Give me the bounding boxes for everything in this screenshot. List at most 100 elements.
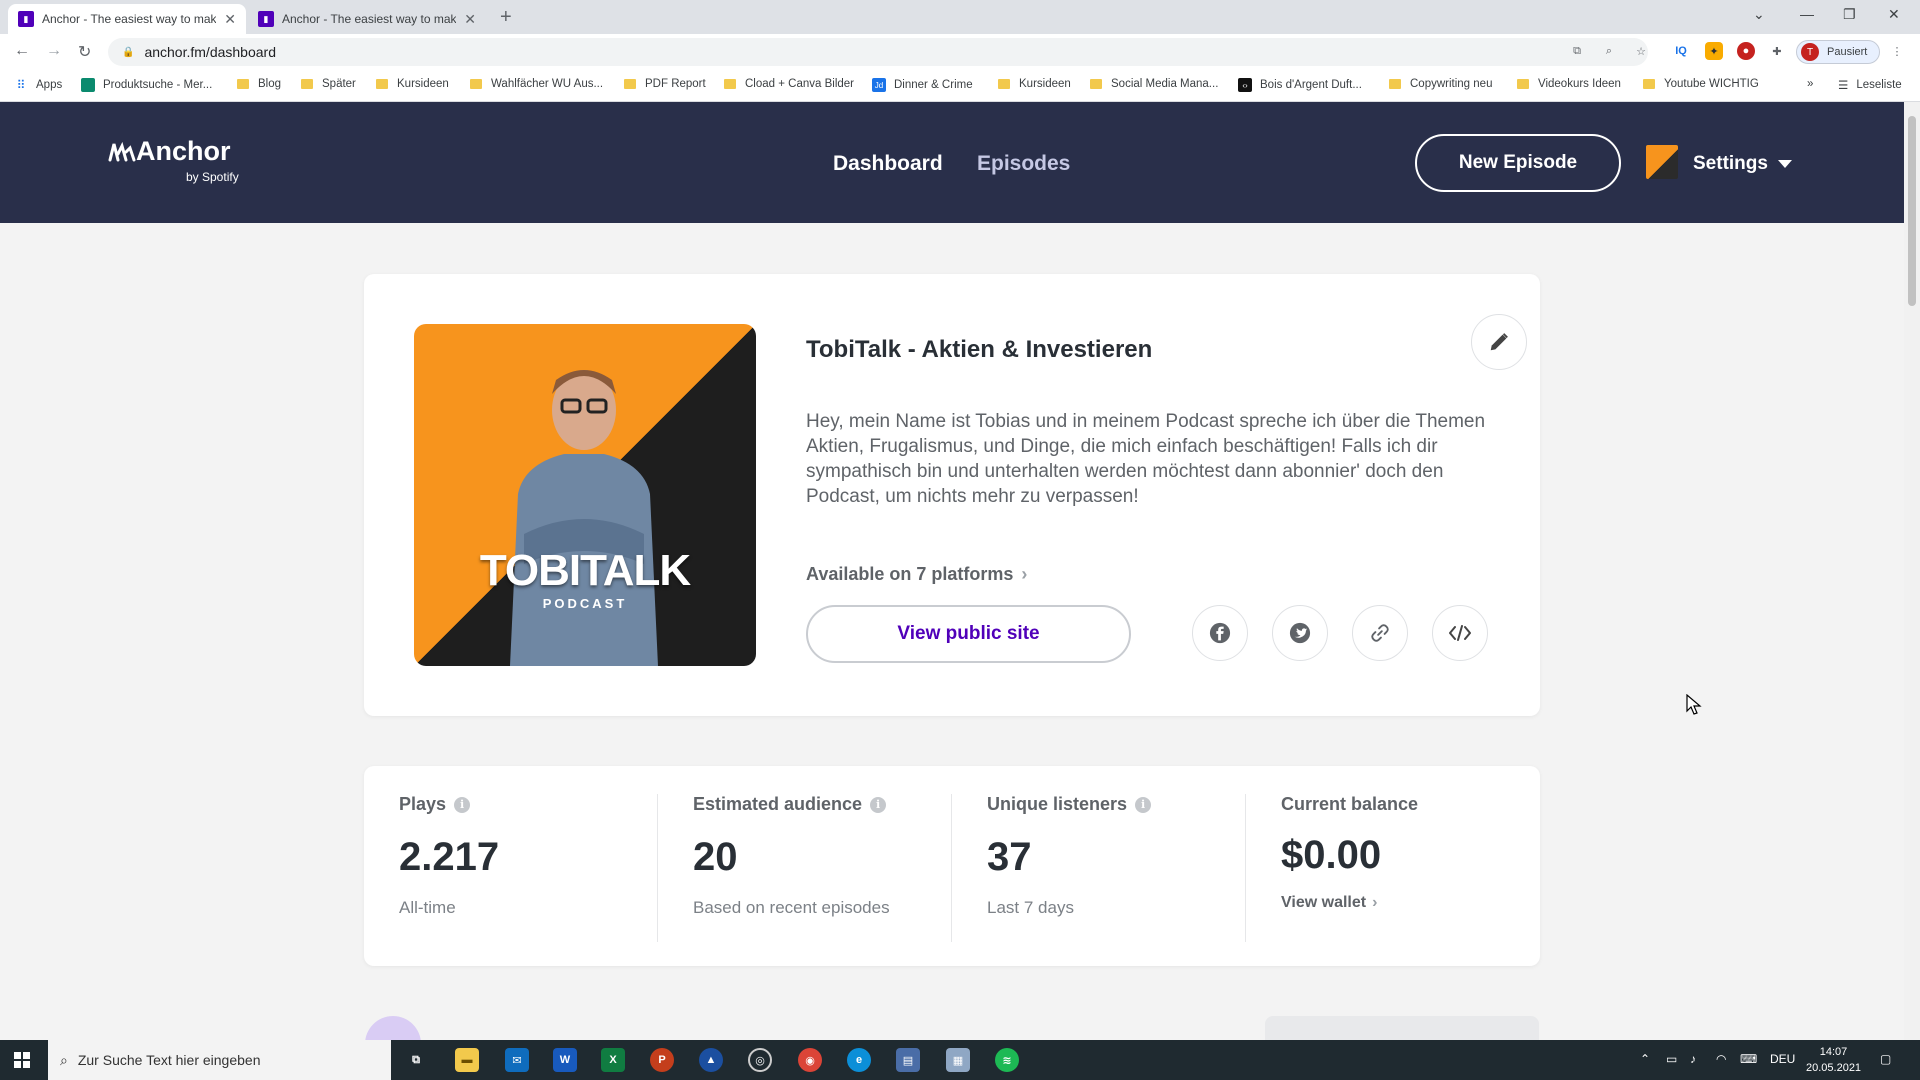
spotify-icon[interactable]: ≋ xyxy=(995,1048,1019,1072)
forward-icon[interactable]: → xyxy=(46,42,62,60)
info-icon[interactable]: i xyxy=(870,796,887,813)
info-icon[interactable]: i xyxy=(1135,796,1152,813)
close-tab-icon[interactable]: ✕ xyxy=(464,11,476,28)
mail-icon[interactable]: ✉ xyxy=(505,1048,529,1072)
extension-iq-icon[interactable]: IQ xyxy=(1672,42,1690,60)
user-avatar[interactable] xyxy=(1646,145,1678,179)
bookmark-item[interactable]: Cload + Canva Bilder xyxy=(724,78,854,90)
edge-icon[interactable]: e xyxy=(847,1048,871,1072)
bookmark-item[interactable]: Kursideen xyxy=(376,78,449,90)
reading-list-button[interactable]: ☰ Leseliste xyxy=(1838,78,1902,92)
volume-icon[interactable]: ♪ xyxy=(1690,1052,1696,1066)
share-facebook-button[interactable] xyxy=(1192,605,1248,661)
embed-code-button[interactable] xyxy=(1432,605,1488,661)
new-tab-icon[interactable]: + xyxy=(500,6,512,29)
notifications-icon[interactable]: ▢ xyxy=(1880,1052,1891,1066)
nav-dashboard[interactable]: Dashboard xyxy=(833,152,943,176)
translate-icon[interactable]: ⧉ xyxy=(1568,42,1586,60)
restore-icon[interactable]: ❐ xyxy=(1843,6,1856,23)
bookmark-label: Social Media Mana... xyxy=(1111,78,1219,90)
chrome-icon[interactable]: ◉ xyxy=(798,1048,822,1072)
close-tab-icon[interactable]: ✕ xyxy=(224,11,236,28)
powerpoint-icon[interactable]: P xyxy=(650,1048,674,1072)
bookmark-apps[interactable]: ⠿ Apps xyxy=(14,78,63,92)
anchor-logo[interactable]: Anchor by Spotify xyxy=(108,136,239,184)
date-range-selector[interactable] xyxy=(1265,1016,1539,1040)
page-scrollbar[interactable] xyxy=(1904,102,1920,1040)
bookmark-item[interactable]: Youtube WICHTIG xyxy=(1643,78,1759,90)
bookmark-item[interactable]: Videokurs Ideen xyxy=(1517,78,1621,90)
word-icon[interactable]: W xyxy=(553,1048,577,1072)
bookmark-item[interactable]: Blog xyxy=(237,78,281,90)
tray-icon[interactable]: ▭ xyxy=(1666,1052,1677,1066)
tab-title: Anchor - The easiest way to mak xyxy=(42,12,217,26)
profile-button[interactable]: T Pausiert xyxy=(1796,40,1880,64)
share-twitter-button[interactable] xyxy=(1272,605,1328,661)
bookmark-label: Cload + Canva Bilder xyxy=(745,78,854,90)
new-episode-button[interactable]: New Episode xyxy=(1415,134,1621,192)
windows-start-icon[interactable] xyxy=(14,1052,30,1068)
more-bookmarks-label: » xyxy=(1807,78,1814,90)
app-icon[interactable]: ▲ xyxy=(699,1048,723,1072)
folder-icon xyxy=(998,79,1010,89)
wifi-icon[interactable]: ◠ xyxy=(1716,1052,1726,1066)
browser-tab-1[interactable]: ▮ Anchor - The easiest way to mak ✕ xyxy=(8,4,246,34)
available-platforms-link[interactable]: Available on 7 platforms › xyxy=(806,564,1027,585)
bookmark-item[interactable]: ‹› Bois d'Argent Duft... xyxy=(1238,78,1362,92)
bookmark-item[interactable]: Copywriting neu xyxy=(1389,78,1492,90)
bookmark-item[interactable]: PDF Report xyxy=(624,78,706,90)
scrollbar-thumb[interactable] xyxy=(1908,116,1916,306)
folder-icon xyxy=(237,79,249,89)
bookmark-item[interactable]: Wahlfächer WU Aus... xyxy=(470,78,603,90)
tab-search-icon[interactable]: ⌄ xyxy=(1753,6,1765,23)
reload-icon[interactable]: ↻ xyxy=(78,42,91,62)
settings-menu[interactable]: Settings xyxy=(1693,153,1792,175)
adblock-icon[interactable]: ● xyxy=(1737,42,1755,60)
view-public-site-button[interactable]: View public site xyxy=(806,605,1131,663)
stat-label: Current balance xyxy=(1281,794,1419,814)
bookmark-label: Dinner & Crime xyxy=(894,79,973,91)
chevron-right-icon: › xyxy=(1021,564,1028,584)
bookmark-item[interactable]: Social Media Mana... xyxy=(1090,78,1218,90)
bookmark-item[interactable]: Kursideen xyxy=(998,78,1071,90)
app-icon[interactable]: ▦ xyxy=(946,1048,970,1072)
stat-value: 20 xyxy=(693,835,738,879)
view-wallet-link[interactable]: View wallet › xyxy=(1281,894,1541,912)
stat-label: Estimated audience xyxy=(693,794,863,814)
browser-menu-icon[interactable]: ⋮ xyxy=(1888,42,1906,60)
folder-icon xyxy=(1389,79,1401,89)
bookmark-item[interactable]: Später xyxy=(301,78,356,90)
language-indicator[interactable]: DEU xyxy=(1770,1052,1795,1066)
keyboard-icon[interactable]: ⌨ xyxy=(1740,1052,1757,1066)
copy-link-button[interactable] xyxy=(1352,605,1408,661)
bookmark-item[interactable]: Jd Dinner & Crime xyxy=(872,78,973,92)
browser-tab-2[interactable]: ▮ Anchor - The easiest way to mak ✕ xyxy=(248,4,486,34)
app-icon[interactable]: ▤ xyxy=(896,1048,920,1072)
extensions-puzzle-icon[interactable]: ✚ xyxy=(1768,42,1786,60)
nav-episodes[interactable]: Episodes xyxy=(977,152,1070,176)
tray-expand-icon[interactable]: ⌃ xyxy=(1640,1052,1650,1066)
browser-toolbar: ← → ↻ 🔒 anchor.fm/dashboard ⧉ ⌕ ☆ IQ ✦ ●… xyxy=(0,34,1920,70)
folder-icon xyxy=(724,79,736,89)
info-icon[interactable]: i xyxy=(454,796,471,813)
address-bar[interactable]: 🔒 anchor.fm/dashboard xyxy=(108,38,1648,66)
taskbar-clock[interactable]: 14:07 20.05.2021 xyxy=(1806,1044,1861,1076)
host-portrait-image xyxy=(510,370,658,666)
extension-icon[interactable]: ✦ xyxy=(1705,42,1723,60)
bookmark-item[interactable]: Produktsuche - Mer... xyxy=(81,78,212,92)
bookmark-star-icon[interactable]: ☆ xyxy=(1632,42,1650,60)
close-window-icon[interactable]: ✕ xyxy=(1888,6,1900,23)
task-view-icon[interactable]: ⧉ xyxy=(404,1048,428,1072)
settings-label: Settings xyxy=(1693,153,1768,174)
file-explorer-icon[interactable]: ▬ xyxy=(455,1048,479,1072)
taskbar-search-input[interactable]: ⌕ Zur Suche Text hier eingeben xyxy=(48,1040,391,1080)
more-bookmarks-button[interactable]: » xyxy=(1807,78,1813,90)
obs-icon[interactable]: ◎ xyxy=(748,1048,772,1072)
excel-icon[interactable]: X xyxy=(601,1048,625,1072)
zoom-icon[interactable]: ⌕ xyxy=(1600,42,1618,60)
back-icon[interactable]: ← xyxy=(14,42,30,60)
bookmark-label: Wahlfächer WU Aus... xyxy=(491,78,604,90)
edit-podcast-button[interactable] xyxy=(1471,314,1527,370)
minimize-icon[interactable]: — xyxy=(1800,6,1814,22)
lock-icon: 🔒 xyxy=(122,46,135,58)
